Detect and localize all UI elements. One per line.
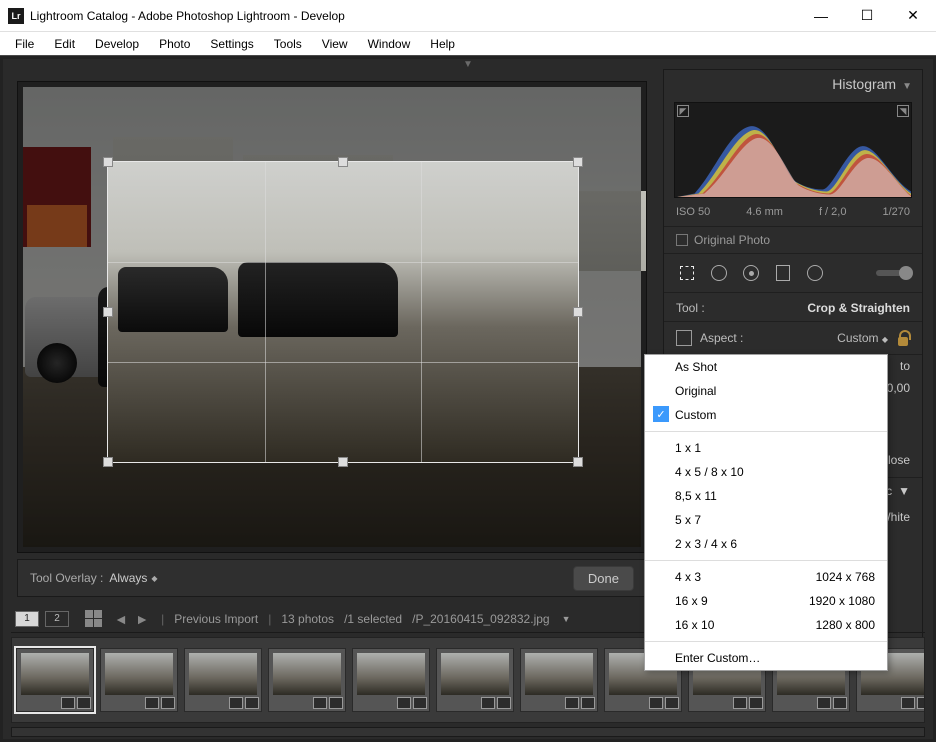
maximize-button[interactable]: ☐ <box>844 0 890 32</box>
iso-value: ISO 50 <box>676 206 710 218</box>
thumbnail[interactable] <box>268 648 346 712</box>
tool-name: Crop & Straighten <box>807 301 910 315</box>
window-controls: — ☐ ✕ <box>798 0 936 32</box>
photo-preview-panel <box>17 81 647 553</box>
aspect-option[interactable]: 8,5 x 11 <box>645 484 887 508</box>
menu-separator <box>645 560 887 561</box>
display-2-button[interactable]: 2 <box>45 611 69 627</box>
crop-handle-tm[interactable] <box>338 157 348 167</box>
redeye-tool-icon[interactable] <box>740 262 762 284</box>
title-bar: Lr Lightroom Catalog - Adobe Photoshop L… <box>0 0 936 32</box>
menu-window[interactable]: Window <box>359 34 420 54</box>
thumbnail[interactable] <box>520 648 598 712</box>
tool-strip <box>664 254 922 293</box>
crop-handle-tl[interactable] <box>103 157 113 167</box>
thumbnail[interactable] <box>184 648 262 712</box>
shutter-value: 1/270 <box>882 206 910 218</box>
menu-separator <box>645 641 887 642</box>
aspect-option[interactable]: 4 x 31024 x 768 <box>645 565 887 589</box>
source-label[interactable]: Previous Import <box>174 612 258 626</box>
aspect-ratio-menu: As ShotOriginalCustom 1 x 14 x 5 / 8 x 10… <box>644 354 888 671</box>
menu-tools[interactable]: Tools <box>265 34 311 54</box>
tool-label: Tool : <box>676 301 705 315</box>
menu-settings[interactable]: Settings <box>201 34 262 54</box>
thumbnail[interactable] <box>352 648 430 712</box>
histogram[interactable]: ◤ ◥ <box>674 102 912 198</box>
lock-icon[interactable] <box>896 330 910 346</box>
filename-dropdown-icon[interactable]: ▼ <box>562 614 571 624</box>
aspect-label: Aspect : <box>700 331 743 345</box>
tool-label-row: Tool : Crop & Straighten <box>664 293 922 322</box>
aspect-option[interactable]: 16 x 91920 x 1080 <box>645 589 887 613</box>
window-title: Lightroom Catalog - Adobe Photoshop Ligh… <box>30 9 798 23</box>
crop-handle-br[interactable] <box>573 457 583 467</box>
nav-next-icon[interactable]: ► <box>135 611 149 627</box>
menu-separator <box>645 431 887 432</box>
photo-image[interactable] <box>23 87 641 547</box>
caret-down-icon: ▼ <box>902 81 912 92</box>
brush-size-slider[interactable] <box>876 270 910 276</box>
app-icon: Lr <box>8 8 24 24</box>
photo-count: 13 photos <box>281 612 334 626</box>
aspect-value-dropdown[interactable]: Custom ◆ <box>837 331 888 345</box>
menu-file[interactable]: File <box>6 34 43 54</box>
thumbnail[interactable] <box>16 648 94 712</box>
checkbox-icon[interactable] <box>676 234 688 246</box>
close-window-button[interactable]: ✕ <box>890 0 936 32</box>
aspect-option[interactable]: Original <box>645 379 887 403</box>
aspect-option[interactable]: 1 x 1 <box>645 436 887 460</box>
aspect-row: Aspect : Custom ◆ <box>664 322 922 355</box>
spot-removal-tool-icon[interactable] <box>708 262 730 284</box>
top-panel-expander[interactable]: ▼ <box>463 59 473 70</box>
focal-length-value: 4.6 mm <box>746 206 783 218</box>
filename-label: /P_20160415_092832.jpg <box>412 612 549 626</box>
grid-view-icon[interactable] <box>85 610 102 627</box>
filmstrip-scrollbar[interactable] <box>11 727 925 737</box>
tool-overlay-bar: Tool Overlay : Always ◆ Done <box>17 559 647 597</box>
thumbnail[interactable] <box>436 648 514 712</box>
histogram-meta: ISO 50 4.6 mm f / 2,0 1/270 <box>664 204 922 226</box>
radial-filter-tool-icon[interactable] <box>804 262 826 284</box>
tool-overlay-dropdown-icon[interactable]: ◆ <box>151 574 157 583</box>
menu-help[interactable]: Help <box>421 34 464 54</box>
crop-handle-mr[interactable] <box>573 307 583 317</box>
aspect-option[interactable]: 16 x 101280 x 800 <box>645 613 887 637</box>
crop-tool-icon[interactable] <box>676 262 698 284</box>
graduated-filter-tool-icon[interactable] <box>772 262 794 284</box>
aspect-option[interactable]: 4 x 5 / 8 x 10 <box>645 460 887 484</box>
tool-overlay-label: Tool Overlay : <box>30 571 103 585</box>
menu-edit[interactable]: Edit <box>45 34 84 54</box>
crop-handle-ml[interactable] <box>103 307 113 317</box>
crop-handle-bl[interactable] <box>103 457 113 467</box>
aspect-option[interactable]: Enter Custom… <box>645 646 887 670</box>
aperture-value: f / 2,0 <box>819 206 847 218</box>
done-button[interactable]: Done <box>573 566 634 591</box>
secondary-display-toggle: 1 2 <box>15 611 69 627</box>
thumbnail[interactable] <box>100 648 178 712</box>
display-1-button[interactable]: 1 <box>15 611 39 627</box>
aspect-option[interactable]: 2 x 3 / 4 x 6 <box>645 532 887 556</box>
crop-handle-bm[interactable] <box>338 457 348 467</box>
menu-view[interactable]: View <box>313 34 357 54</box>
menu-develop[interactable]: Develop <box>86 34 148 54</box>
tool-overlay-value[interactable]: Always <box>109 571 147 585</box>
histogram-header[interactable]: Histogram▼ <box>664 70 922 98</box>
aspect-option[interactable]: Custom <box>645 403 887 427</box>
menu-bar: FileEditDevelopPhotoSettingsToolsViewWin… <box>0 32 936 56</box>
selected-count: /1 selected <box>344 612 402 626</box>
aspect-option[interactable]: As Shot <box>645 355 887 379</box>
nav-arrows: ◄ ► <box>112 611 151 627</box>
crop-handle-tr[interactable] <box>573 157 583 167</box>
crop-frame-icon[interactable] <box>676 330 692 346</box>
aspect-option[interactable]: 5 x 7 <box>645 508 887 532</box>
caret-down-icon: ▼ <box>898 484 910 498</box>
original-photo-toggle[interactable]: Original Photo <box>664 226 922 254</box>
nav-prev-icon[interactable]: ◄ <box>114 611 128 627</box>
menu-photo[interactable]: Photo <box>150 34 199 54</box>
minimize-button[interactable]: — <box>798 0 844 32</box>
crop-rectangle[interactable] <box>108 162 578 462</box>
